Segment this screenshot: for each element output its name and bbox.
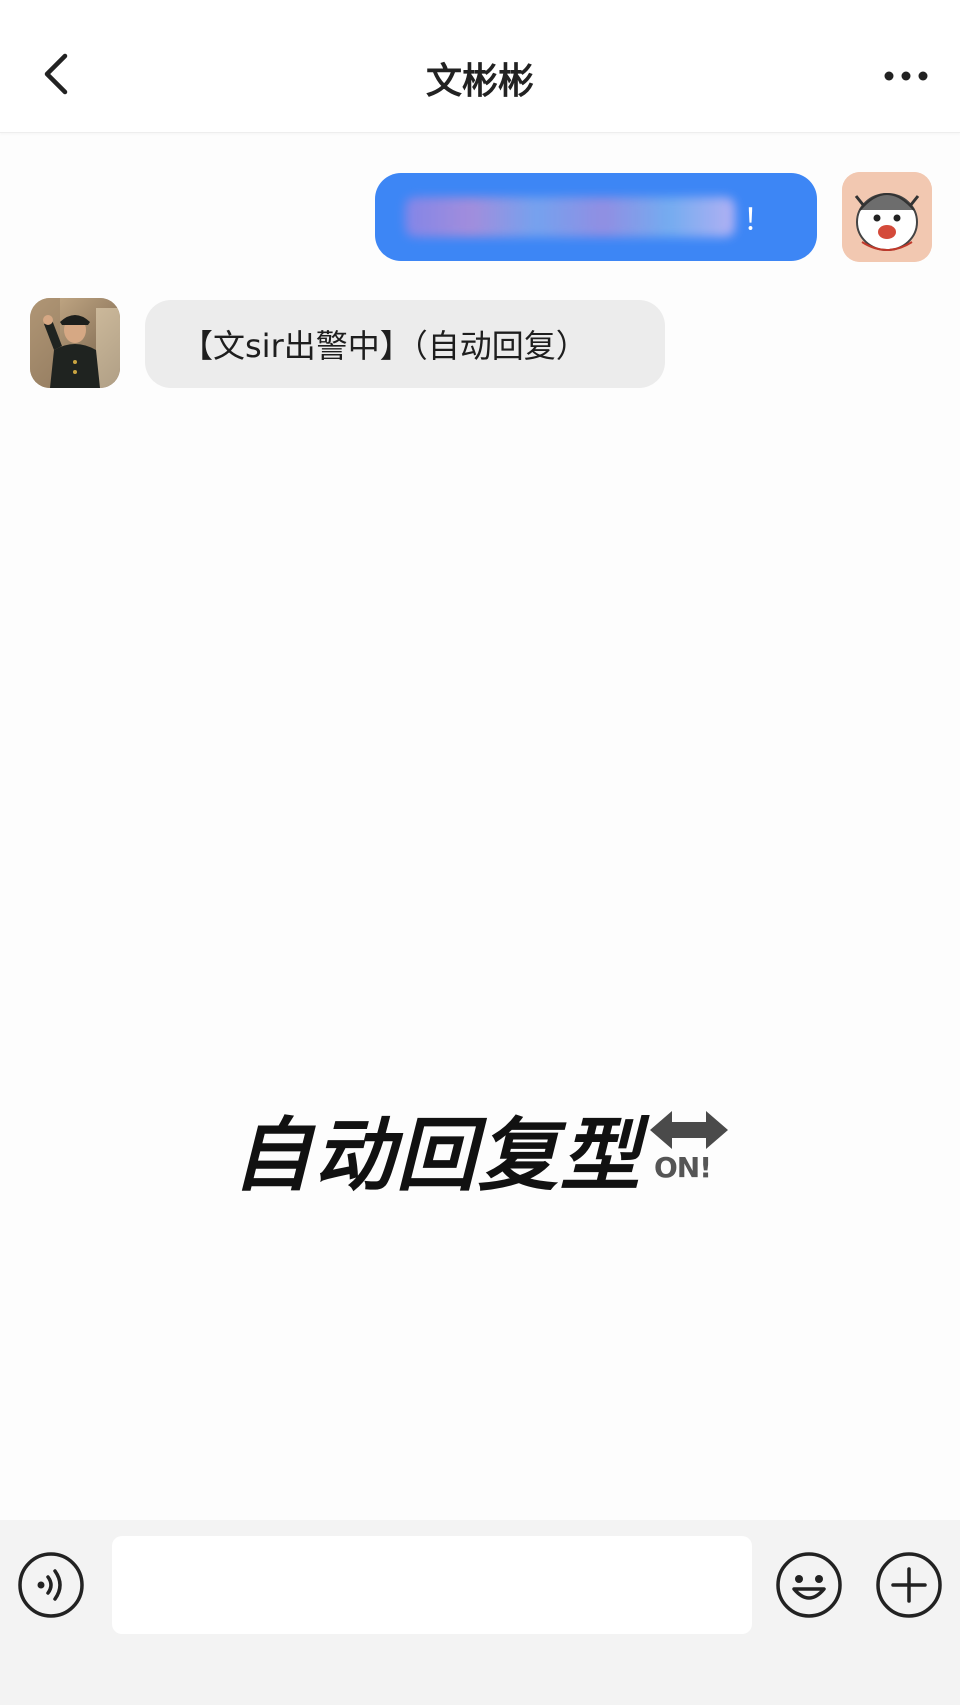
chat-title: 文彬彬 xyxy=(425,61,534,102)
police-photo-avatar-icon xyxy=(30,298,120,388)
more-options-button[interactable] xyxy=(878,56,934,96)
outgoing-message-text: ！ xyxy=(743,203,773,238)
contact-avatar[interactable] xyxy=(30,298,120,388)
plus-icon xyxy=(876,1552,942,1618)
emoji-button[interactable] xyxy=(774,1550,844,1620)
voice-icon xyxy=(18,1552,84,1618)
on-badge-label: ON! xyxy=(654,1151,712,1184)
on-toggle-badge: ON! xyxy=(648,1105,730,1191)
incoming-message-text: 【文sir出警中】（自动回复） xyxy=(181,327,588,365)
voice-button[interactable] xyxy=(16,1550,86,1620)
overlay-caption: 自动回复型 ON! xyxy=(232,1085,730,1195)
emoji-icon xyxy=(776,1552,842,1618)
more-actions-button[interactable] xyxy=(874,1550,944,1620)
double-arrow-icon xyxy=(650,1111,728,1149)
cartoon-avatar-icon xyxy=(842,172,932,262)
blurred-text-region xyxy=(405,197,735,237)
chat-header: 文彬彬 xyxy=(0,0,960,133)
message-input[interactable] xyxy=(112,1536,752,1634)
outgoing-message-bubble[interactable]: ！ xyxy=(375,173,817,261)
caption-text: 自动回复型 xyxy=(232,1108,642,1202)
incoming-message-bubble[interactable]: 【文sir出警中】（自动回复） xyxy=(145,300,665,388)
chat-input-bar xyxy=(0,1520,960,1705)
more-icon xyxy=(884,71,928,81)
my-avatar[interactable] xyxy=(842,172,932,262)
